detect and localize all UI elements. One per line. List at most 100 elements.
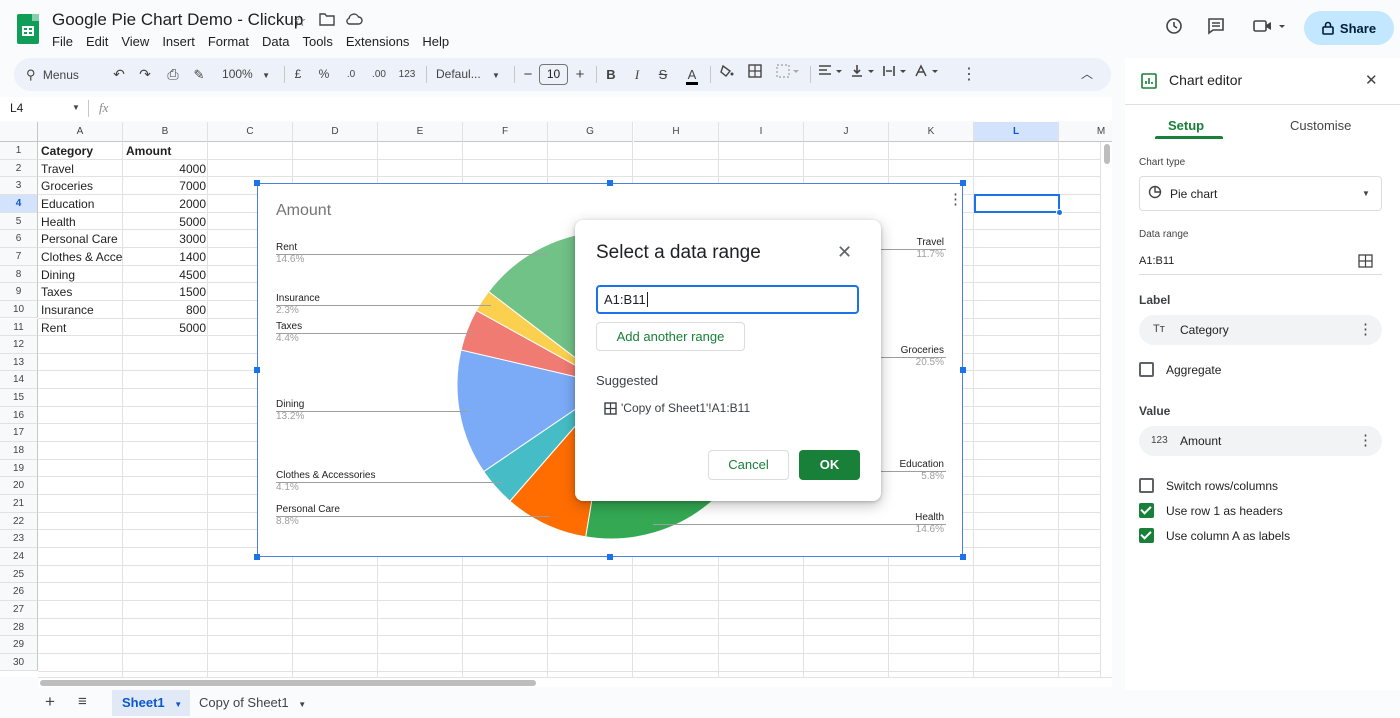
column-header-d[interactable]: D xyxy=(293,122,378,142)
row-header-27[interactable]: 27 xyxy=(0,601,38,619)
cell-amount[interactable]: 1400 xyxy=(126,249,206,266)
paint-format-icon[interactable]: ✎ xyxy=(191,58,207,91)
row-header-6[interactable]: 6 xyxy=(0,230,38,248)
value-field[interactable]: 123 Amount ⋮ xyxy=(1139,426,1382,456)
cell-amount[interactable]: 5000 xyxy=(126,320,206,337)
add-sheet-icon[interactable]: + xyxy=(45,692,55,712)
row-header-17[interactable]: 17 xyxy=(0,424,38,442)
menu-data[interactable]: Data xyxy=(262,34,296,49)
row-header-26[interactable]: 26 xyxy=(0,583,38,601)
menu-extensions[interactable]: Extensions xyxy=(346,34,417,49)
resize-handle[interactable] xyxy=(960,367,966,373)
cell-amount[interactable]: 7000 xyxy=(126,178,206,195)
chevron-down-icon[interactable]: ▼ xyxy=(72,103,80,112)
row-header-24[interactable]: 24 xyxy=(0,548,38,566)
all-sheets-icon[interactable]: ≡ xyxy=(78,693,87,710)
more-options-icon[interactable]: ⋮ xyxy=(961,58,973,91)
column-header-f[interactable]: F xyxy=(463,122,548,142)
tab-customise[interactable]: Customise xyxy=(1290,118,1351,133)
resize-handle[interactable] xyxy=(254,367,260,373)
row-header-1[interactable]: 1 xyxy=(0,142,38,160)
decrease-font-size-icon[interactable]: − xyxy=(522,58,534,91)
column-header-m[interactable]: M xyxy=(1059,122,1112,142)
resize-handle[interactable] xyxy=(254,554,260,560)
row-header-21[interactable]: 21 xyxy=(0,495,38,513)
cell-category[interactable]: Rent xyxy=(41,320,123,337)
text-color-button[interactable]: A xyxy=(684,58,700,91)
strikethrough-button[interactable]: S xyxy=(657,58,669,91)
row-header-5[interactable]: 5 xyxy=(0,213,38,231)
column-header-c[interactable]: C xyxy=(208,122,293,142)
comments-icon[interactable] xyxy=(1204,16,1228,40)
sheet-tab-copy-of-sheet1[interactable]: Copy of Sheet1 ▼ xyxy=(199,690,306,716)
cell-header-amount[interactable]: Amount xyxy=(126,143,208,160)
data-range-value[interactable]: A1:B11 xyxy=(1139,255,1174,267)
row-header-7[interactable]: 7 xyxy=(0,248,38,266)
column-header-a[interactable]: A xyxy=(38,122,123,142)
menu-insert[interactable]: Insert xyxy=(162,34,202,49)
merge-cells-icon[interactable] xyxy=(774,58,802,91)
row-header-18[interactable]: 18 xyxy=(0,442,38,460)
column-header-g[interactable]: G xyxy=(548,122,633,142)
row-header-15[interactable]: 15 xyxy=(0,389,38,407)
cell-amount[interactable]: 1500 xyxy=(126,284,206,301)
row-header-3[interactable]: 3 xyxy=(0,177,38,195)
star-icon[interactable]: ☆ xyxy=(293,12,306,30)
collapse-toolbar-icon[interactable]: ︿ xyxy=(1079,58,1095,91)
sheet-tab-sheet1[interactable]: Sheet1 ▼ xyxy=(112,690,190,716)
column-header-b[interactable]: B xyxy=(123,122,208,142)
resize-handle[interactable] xyxy=(960,180,966,186)
row-header-8[interactable]: 8 xyxy=(0,266,38,284)
font-select[interactable]: Defaul... ▼ xyxy=(436,58,506,91)
zoom-select[interactable]: 100% ▼ xyxy=(218,58,274,91)
menu-help[interactable]: Help xyxy=(422,34,456,49)
horizontal-align-icon[interactable] xyxy=(817,58,845,91)
increase-decimal-button[interactable]: .00 xyxy=(368,58,390,91)
cell-amount[interactable]: 800 xyxy=(126,302,206,319)
name-box[interactable]: L4 xyxy=(10,101,23,115)
cancel-button[interactable]: Cancel xyxy=(708,450,789,480)
menu-tools[interactable]: Tools xyxy=(302,34,339,49)
row-header-9[interactable]: 9 xyxy=(0,283,38,301)
chart-type-select[interactable]: Pie chart ▼ xyxy=(1139,176,1382,211)
version-history-icon[interactable] xyxy=(1162,16,1186,40)
row-header-29[interactable]: 29 xyxy=(0,636,38,654)
cell-category[interactable]: Travel xyxy=(41,161,123,178)
cell-amount[interactable]: 5000 xyxy=(126,214,206,231)
print-icon[interactable]: ⎙ xyxy=(164,58,182,91)
share-button[interactable]: Share xyxy=(1304,11,1394,45)
more-options-icon[interactable]: ⋮ xyxy=(1358,320,1373,338)
document-title[interactable]: Google Pie Chart Demo - Clickup xyxy=(52,10,303,30)
cell-amount[interactable]: 2000 xyxy=(126,196,206,213)
selected-cell[interactable] xyxy=(974,194,1060,213)
row-header-23[interactable]: 23 xyxy=(0,530,38,548)
cell-category[interactable]: Groceries xyxy=(41,178,123,195)
menu-format[interactable]: Format xyxy=(208,34,256,49)
row-header-19[interactable]: 19 xyxy=(0,460,38,478)
row-header-28[interactable]: 28 xyxy=(0,619,38,637)
menu-edit[interactable]: Edit xyxy=(86,34,115,49)
ok-button[interactable]: OK xyxy=(799,450,860,480)
redo-icon[interactable]: ↷ xyxy=(137,58,153,91)
column-header-h[interactable]: H xyxy=(634,122,719,142)
vertical-scrollbar[interactable] xyxy=(1100,142,1112,677)
fill-color-icon[interactable] xyxy=(719,58,735,91)
cell-category[interactable]: Health xyxy=(41,214,123,231)
row-header-22[interactable]: 22 xyxy=(0,513,38,531)
cell-amount[interactable]: 4000 xyxy=(126,161,206,178)
row-header-4[interactable]: 4 xyxy=(0,195,38,213)
cell-amount[interactable]: 4500 xyxy=(126,267,206,284)
resize-handle[interactable] xyxy=(960,554,966,560)
undo-icon[interactable]: ↶ xyxy=(111,58,127,91)
more-options-icon[interactable]: ⋮ xyxy=(1358,431,1373,449)
number-format-button[interactable]: 123 xyxy=(396,58,418,91)
aggregate-checkbox[interactable] xyxy=(1139,362,1154,377)
column-header-e[interactable]: E xyxy=(378,122,463,142)
sheets-logo-icon[interactable] xyxy=(17,14,39,44)
vertical-scroll-thumb[interactable] xyxy=(1104,144,1110,164)
menu-view[interactable]: View xyxy=(121,34,156,49)
move-folder-icon[interactable] xyxy=(319,12,335,30)
menu-file[interactable]: File xyxy=(52,34,80,49)
meet-icon[interactable] xyxy=(1250,16,1290,40)
cell-category[interactable]: Education xyxy=(41,196,123,213)
